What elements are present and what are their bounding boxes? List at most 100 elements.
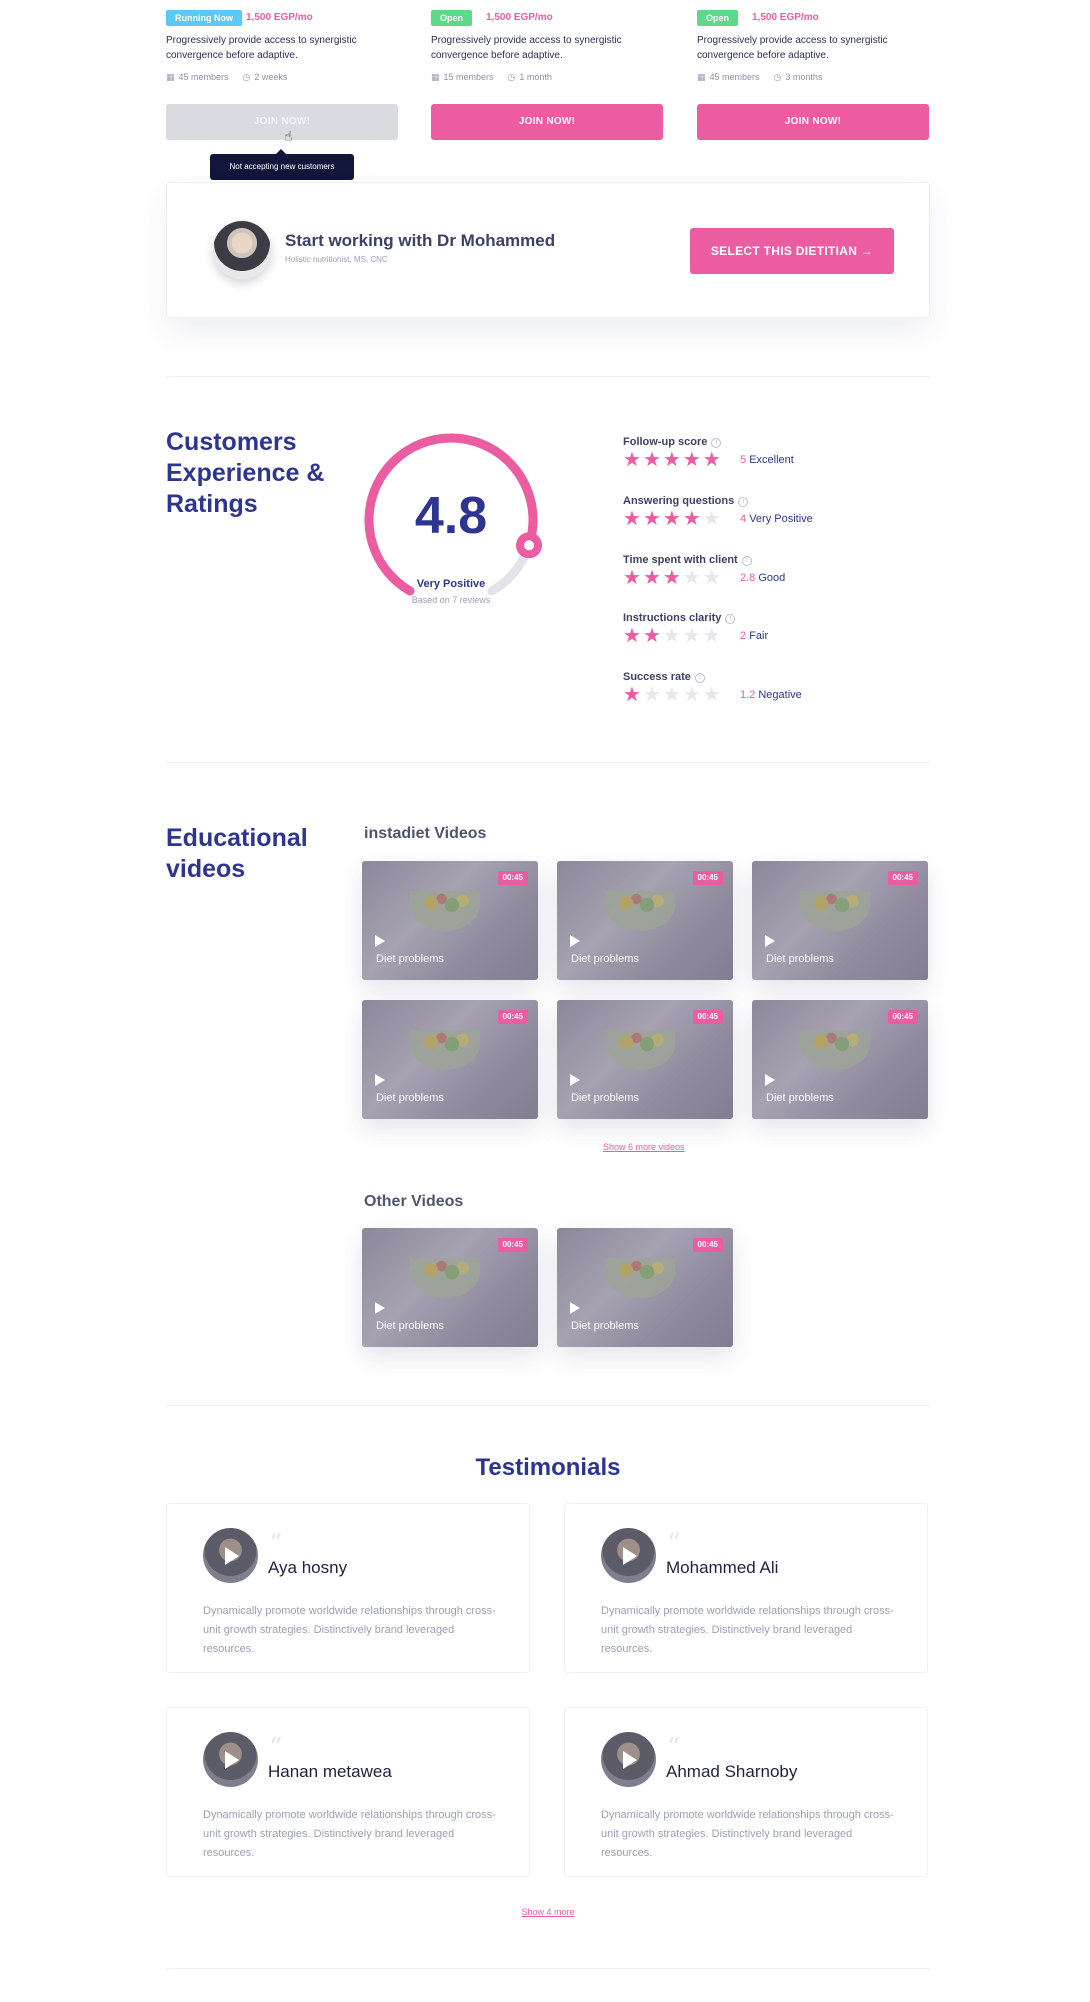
testimonial-card: “Mohammed Ali Dynamically promote worldwi…	[564, 1503, 928, 1673]
members-icon: ▦	[697, 72, 706, 82]
experience-title-line: Ratings	[166, 490, 258, 518]
video-thumbnail[interactable]: 00:45 Diet problems	[362, 1228, 538, 1347]
rating-number: 1.2	[740, 689, 756, 701]
star-icon: ★	[682, 625, 701, 647]
play-icon[interactable]	[765, 1074, 775, 1086]
clock-icon: ◷	[773, 72, 782, 82]
show-more-videos-link[interactable]: Show 6 more videos	[603, 1142, 685, 1152]
divider	[166, 762, 930, 763]
video-duration: 00:45	[692, 1010, 723, 1024]
star-icon: ★	[623, 449, 641, 471]
testimonial-avatar[interactable]	[601, 1528, 656, 1583]
plan-meta: ▦ 45 members ◷ 3 months	[697, 72, 822, 83]
star-icon: ★	[642, 625, 661, 647]
quote-icon: “	[667, 1529, 681, 1559]
video-duration: 00:45	[692, 871, 723, 885]
play-icon[interactable]	[570, 1302, 580, 1314]
testimonial-name: Hanan metawea	[268, 1762, 392, 1781]
info-icon[interactable]: i	[725, 614, 736, 624]
members-count: 45 members	[709, 72, 760, 82]
rating-stars: ★ ★ ★ ★ ★	[623, 626, 723, 647]
play-icon[interactable]	[623, 1751, 637, 1769]
star-icon: ★	[642, 508, 661, 530]
testimonial-avatar[interactable]	[203, 1732, 258, 1787]
divider	[166, 1968, 930, 1969]
testimonial-text: Dynamically promote worldwide relationsh…	[203, 1809, 496, 1859]
video-title: Diet problems	[571, 1320, 639, 1332]
play-icon[interactable]	[765, 935, 775, 947]
play-icon[interactable]	[225, 1751, 239, 1769]
rating-word: Very Positive	[749, 513, 813, 525]
rating-word: Negative	[758, 689, 802, 701]
star-icon: ★	[642, 449, 661, 471]
video-duration: 00:45	[497, 871, 528, 885]
testimonial-text: Dynamically promote worldwide relationsh…	[601, 1809, 894, 1859]
rating-label-text: Success rate	[623, 671, 691, 683]
status-badge: Open	[697, 10, 739, 26]
video-thumbnail[interactable]: 00:45 Diet problems	[752, 1000, 928, 1119]
star-icon: ★	[623, 508, 641, 530]
info-icon[interactable]: i	[711, 438, 722, 448]
video-thumbnail[interactable]: 00:45 Diet problems	[557, 861, 733, 980]
video-title: Diet problems	[376, 1320, 444, 1332]
video-title: Diet problems	[376, 1092, 444, 1104]
testimonial-avatar[interactable]	[203, 1528, 258, 1583]
star-icon: ★	[702, 449, 721, 471]
info-icon[interactable]: i	[694, 673, 705, 683]
video-title: Diet problems	[766, 953, 834, 965]
testimonial-avatar[interactable]	[601, 1732, 656, 1787]
play-icon[interactable]	[570, 935, 580, 947]
rating-word: Good	[758, 572, 786, 584]
rating-label: Follow-up score i	[623, 436, 722, 448]
star-icon: ★	[682, 567, 701, 589]
join-now-button[interactable]: JOIN NOW!	[697, 104, 929, 140]
rating-stars: ★ ★ ★ ★ ★	[623, 450, 723, 471]
play-icon[interactable]	[225, 1547, 239, 1565]
join-now-button[interactable]: JOIN NOW!	[431, 104, 663, 140]
plan-meta: ▦ 15 members ◷ 1 month	[431, 72, 552, 83]
other-videos-title: Other Videos	[364, 1193, 464, 1210]
star-icon: ★	[682, 684, 701, 706]
video-thumbnail[interactable]: 00:45 Diet problems	[362, 1000, 538, 1119]
info-icon[interactable]: i	[738, 497, 749, 507]
rating-row: Success rate i ★ ★ ★ ★ ★ 1.2 Negative	[623, 671, 802, 705]
play-icon[interactable]	[375, 935, 385, 947]
video-thumbnail[interactable]: 00:45 Diet problems	[362, 861, 538, 980]
rating-stars: ★ ★ ★ ★ ★	[623, 568, 723, 589]
members-icon: ▦	[431, 72, 440, 82]
testimonial-name: Ahmad Sharnoby	[666, 1762, 798, 1781]
status-badge: Running Now	[166, 10, 242, 26]
testimonial-card: “Hanan metawea Dynamically promote worldw…	[166, 1707, 530, 1877]
star-icon: ★	[623, 625, 641, 647]
testimonial-text: Dynamically promote worldwide relationsh…	[203, 1605, 496, 1655]
video-duration: 00:45	[887, 871, 918, 885]
star-icon: ★	[642, 684, 661, 706]
star-icon: ★	[702, 567, 721, 589]
video-thumbnail[interactable]: 00:45 Diet problems	[752, 861, 928, 980]
quote-icon: “	[269, 1529, 283, 1559]
rating-value: 4 Very Positive	[740, 513, 813, 525]
experience-title: Customers Experience & Ratings	[166, 427, 324, 520]
rating-row: Follow-up score i ★ ★ ★ ★ ★ 5 Excellent	[623, 436, 794, 470]
star-icon: ★	[662, 508, 681, 530]
testimonial-card: “Ahmad Sharnoby Dynamically promote world…	[564, 1707, 928, 1877]
rating-number: 2	[740, 630, 747, 642]
testimonial-card: “Aya hosny Dynamically promote worldwide …	[166, 1503, 530, 1673]
rating-value: 2 Fair	[740, 630, 768, 642]
video-thumbnail[interactable]: 00:45 Diet problems	[557, 1000, 733, 1119]
play-icon[interactable]	[623, 1547, 637, 1565]
show-more-testimonials-link[interactable]: Show 4 more	[521, 1907, 574, 1917]
star-icon: ★	[702, 508, 721, 530]
plan-duration: 1 month	[519, 72, 552, 82]
play-icon[interactable]	[375, 1302, 385, 1314]
video-duration: 00:45	[692, 1238, 723, 1252]
members-count: 45 members	[178, 72, 229, 82]
info-icon[interactable]: i	[741, 556, 752, 566]
play-icon[interactable]	[570, 1074, 580, 1086]
play-icon[interactable]	[375, 1074, 385, 1086]
join-now-button[interactable]: JOIN NOW!	[166, 104, 398, 140]
video-title: Diet problems	[376, 953, 444, 965]
video-duration: 00:45	[497, 1010, 528, 1024]
select-dietitian-button[interactable]: SELECT THIS DIETITIAN →	[690, 228, 894, 274]
video-thumbnail[interactable]: 00:45 Diet problems	[557, 1228, 733, 1347]
